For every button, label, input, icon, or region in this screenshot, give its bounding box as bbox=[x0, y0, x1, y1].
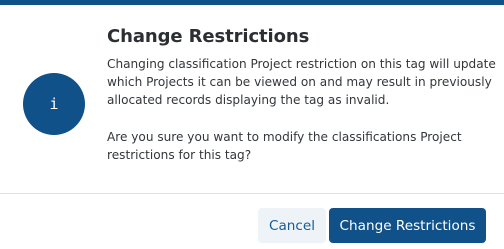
message-line: Changing classification Project restrict… bbox=[107, 57, 496, 71]
message-paragraph-1: Changing classification Project restrict… bbox=[107, 55, 496, 110]
confirm-dialog: i Change Restrictions Changing classific… bbox=[0, 0, 504, 249]
dialog-message: Changing classification Project restrict… bbox=[107, 55, 496, 164]
info-icon: i bbox=[23, 73, 85, 135]
dialog-title: Change Restrictions bbox=[107, 26, 310, 47]
dialog-accent-bar bbox=[0, 0, 504, 5]
change-restrictions-button[interactable]: Change Restrictions bbox=[329, 208, 486, 243]
cancel-button[interactable]: Cancel bbox=[258, 208, 326, 243]
message-line: allocated records displaying the tag as … bbox=[107, 93, 390, 108]
message-paragraph-2: Are you sure you want to modify the clas… bbox=[107, 128, 492, 164]
message-line: Are you sure you want to modify the clas… bbox=[107, 129, 462, 144]
svg-text:i: i bbox=[49, 95, 58, 113]
message-line: which Projects it can be viewed on and m… bbox=[107, 75, 492, 90]
footer-divider bbox=[0, 193, 504, 194]
message-line: restrictions for this tag? bbox=[107, 148, 252, 162]
